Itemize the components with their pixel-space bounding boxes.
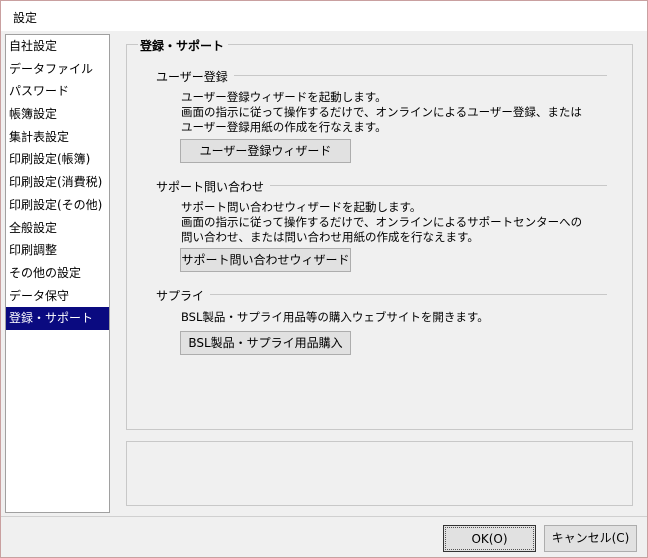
sidebar-item-ledger[interactable]: 帳簿設定 [6, 103, 109, 126]
user-registration-wizard-button[interactable]: ユーザー登録ウィザード [180, 139, 351, 163]
support-inquiry-heading: サポート問い合わせ [156, 178, 271, 195]
sidebar-item-password[interactable]: パスワード [6, 80, 109, 103]
user-registration-heading: ユーザー登録 [156, 68, 234, 85]
support-inquiry-description: サポート問い合わせウィザードを起動します。 画面の指示に従って操作するだけで、オ… [181, 200, 583, 244]
sidebar-item-general[interactable]: 全般設定 [6, 217, 109, 240]
supply-description: BSL製品・サプライ用品等の購入ウェブサイトを開きます。 [181, 310, 489, 324]
group-title: 登録・サポート [138, 37, 229, 54]
user-registration-description: ユーザー登録ウィザードを起動します。 画面の指示に従って操作するだけで、オンライ… [181, 90, 582, 134]
sidebar-item-data-file[interactable]: データファイル [6, 58, 109, 81]
footer-divider [1, 516, 647, 517]
window-title: 設定 [13, 11, 38, 25]
settings-dialog: 設定 自社設定 データファイル パスワード 帳簿設定 集計表設定 印刷設定(帳簿… [0, 0, 648, 558]
sidebar-item-registration-support[interactable]: 登録・サポート [6, 307, 109, 330]
sidebar-item-data-maintenance[interactable]: データ保守 [6, 285, 109, 308]
sidebar-item-print-ledger[interactable]: 印刷設定(帳簿) [6, 148, 109, 171]
supply-heading: サプライ [156, 287, 211, 304]
sidebar-item-print-tax[interactable]: 印刷設定(消費税) [6, 171, 109, 194]
sidebar-item-company[interactable]: 自社設定 [6, 35, 109, 58]
cancel-button[interactable]: キャンセル(C) [544, 525, 637, 552]
section-divider [161, 294, 607, 295]
ok-button-label: OK(O) [445, 527, 534, 550]
ok-button[interactable]: OK(O) [443, 525, 536, 552]
settings-category-list[interactable]: 自社設定 データファイル パスワード 帳簿設定 集計表設定 印刷設定(帳簿) 印… [5, 34, 110, 513]
sidebar-item-print-other[interactable]: 印刷設定(その他) [6, 194, 109, 217]
support-inquiry-wizard-button[interactable]: サポート問い合わせウィザード [180, 248, 351, 272]
supply-purchase-button[interactable]: BSL製品・サプライ用品購入 [180, 331, 351, 355]
sidebar-item-summary-table[interactable]: 集計表設定 [6, 126, 109, 149]
sidebar-item-other-settings[interactable]: その他の設定 [6, 262, 109, 285]
title-bar[interactable]: 設定 [1, 1, 647, 31]
info-panel [126, 441, 633, 506]
sidebar-item-print-adjust[interactable]: 印刷調整 [6, 239, 109, 262]
